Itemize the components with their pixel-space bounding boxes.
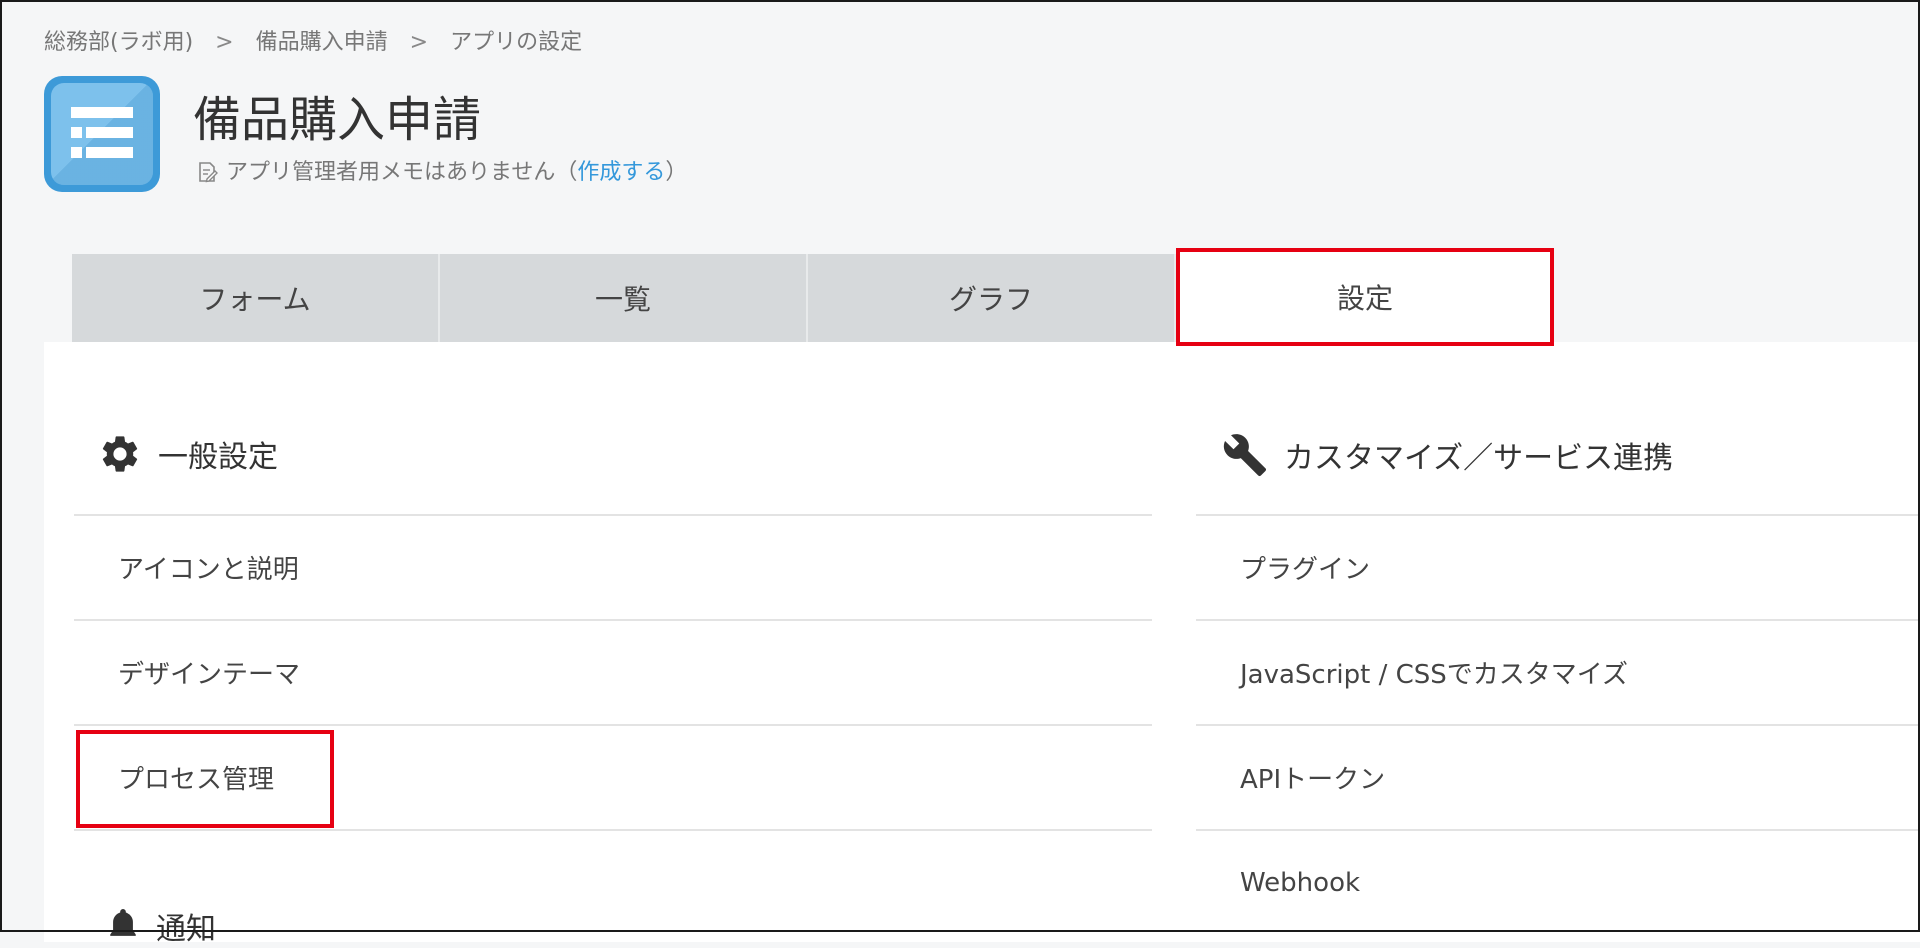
app-icon-list-bullet <box>71 127 82 138</box>
menu-item-divider <box>74 829 1152 934</box>
memo-paren-open: （ <box>555 160 578 185</box>
tab-graph[interactable]: グラフ <box>808 254 1176 342</box>
general-settings-list: アイコンと説明 デザインテーマ プロセス管理 <box>74 514 1152 934</box>
settings-tabs: フォーム 一覧 グラフ 設定 <box>72 248 1554 346</box>
breadcrumb: 総務部(ラボ用) > 備品購入申請 > アプリの設定 <box>44 24 582 56</box>
admin-memo: アプリ管理者用メモはありません（作成する） <box>198 154 687 186</box>
app-icon <box>44 76 160 192</box>
tab-settings[interactable]: 設定 <box>1176 248 1554 346</box>
memo-edit-icon <box>199 162 218 183</box>
create-memo-link[interactable]: 作成する <box>577 160 665 185</box>
bell-icon <box>110 909 136 936</box>
customize-heading: カスタマイズ／サービス連携 <box>1222 432 1673 478</box>
menu-item-design-theme[interactable]: デザインテーマ <box>74 619 1152 724</box>
notification-title: 通知 <box>156 912 216 947</box>
breadcrumb-item-app[interactable]: 備品購入申請 <box>256 30 388 55</box>
breadcrumb-item-space[interactable]: 総務部(ラボ用) <box>44 30 193 55</box>
gear-icon <box>102 436 138 472</box>
customize-list: プラグイン JavaScript / CSSでカスタマイズ APIトークン We… <box>1196 514 1920 934</box>
app-icon-list-bullet <box>71 147 82 158</box>
memo-paren-close: ） <box>665 160 688 185</box>
menu-item-plugin[interactable]: プラグイン <box>1196 514 1920 619</box>
menu-item-icon-description[interactable]: アイコンと説明 <box>74 514 1152 619</box>
breadcrumb-separator: > <box>409 30 429 55</box>
general-settings-title: 一般設定 <box>158 440 278 475</box>
app-icon-list-row <box>86 147 133 158</box>
notification-heading: 通知 <box>106 904 216 948</box>
page-title: 備品購入申請 <box>193 92 482 148</box>
customize-title: カスタマイズ／サービス連携 <box>1284 441 1674 476</box>
breadcrumb-item-current: アプリの設定 <box>450 30 583 55</box>
app-icon-list-row <box>71 107 133 118</box>
memo-text: アプリ管理者用メモはありません <box>226 160 556 185</box>
tab-list[interactable]: 一覧 <box>440 254 808 342</box>
tab-form[interactable]: フォーム <box>72 254 440 342</box>
menu-item-webhook[interactable]: Webhook <box>1196 829 1920 934</box>
app-icon-inner <box>51 83 153 185</box>
breadcrumb-separator: > <box>215 30 234 55</box>
wrench-icon <box>1223 434 1267 477</box>
general-settings-heading: 一般設定 <box>98 432 278 476</box>
app-icon-list-row <box>86 127 133 138</box>
menu-item-js-css-customize[interactable]: JavaScript / CSSでカスタマイズ <box>1196 619 1920 724</box>
menu-item-api-token[interactable]: APIトークン <box>1196 724 1920 829</box>
menu-item-process-management[interactable]: プロセス管理 <box>74 724 1152 829</box>
settings-panel: 一般設定 アイコンと説明 デザインテーマ プロセス管理 通知 カスタマイズ／サー… <box>44 342 1920 947</box>
